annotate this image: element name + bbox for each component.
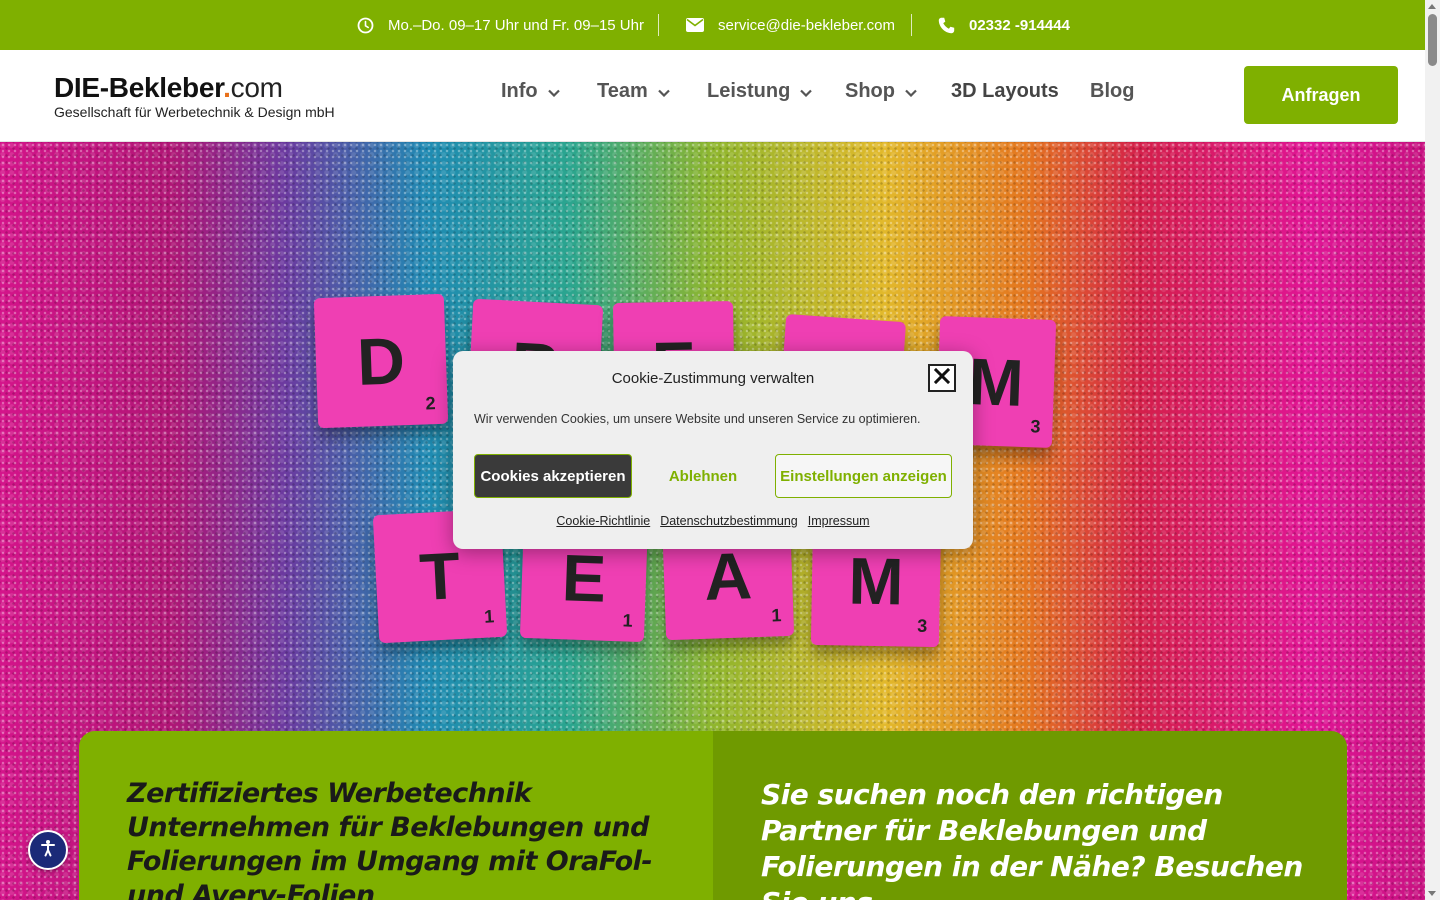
nav-item-label: Leistung <box>707 80 791 102</box>
nav-item-shop[interactable]: Shop <box>845 80 917 103</box>
nav-item-label: 3D Layouts <box>951 80 1059 102</box>
site-header: DIE-Bekleber.com Gesellschaft für Werbet… <box>0 50 1425 142</box>
certification-panel: Zertifiziertes Werbetechnik Unternehmen … <box>79 731 713 900</box>
tile-score: 3 <box>1030 416 1041 437</box>
cookie-dialog-title: Cookie-Zustimmung verwalten <box>611 370 815 387</box>
nav-item-label: Shop <box>845 80 895 102</box>
accessibility-icon <box>39 839 57 862</box>
chevron-down-icon <box>905 80 917 103</box>
tile-score: 1 <box>622 610 633 631</box>
anfragen-button[interactable]: Anfragen <box>1244 66 1398 124</box>
nav-item-blog[interactable]: Blog <box>1090 80 1134 103</box>
accessibility-button[interactable] <box>28 830 68 870</box>
nav-item-leistung[interactable]: Leistung <box>707 80 813 103</box>
scroll-down-arrow-icon[interactable] <box>1428 891 1436 896</box>
email-link[interactable]: service@die-bekleber.com <box>718 17 895 34</box>
logo-wordmark: DIE-Bekleber.com <box>54 72 283 103</box>
divider <box>911 14 912 36</box>
deny-cookies-button[interactable]: Ablehnen <box>638 454 768 498</box>
letter-tile: D 2 <box>313 293 449 429</box>
cookie-settings-button[interactable]: Einstellungen anzeigen <box>775 454 952 498</box>
tile-score: 1 <box>771 605 782 626</box>
chevron-down-icon <box>657 80 670 103</box>
tile-letter: E <box>560 540 608 616</box>
tile-letter: M <box>847 543 905 619</box>
nav-item-team[interactable]: Team <box>597 80 670 103</box>
site-logo[interactable]: DIE-Bekleber.com Gesellschaft für Werbet… <box>54 74 335 121</box>
cookie-consent-dialog: Cookie-Zustimmung verwalten Wir verwende… <box>453 351 973 549</box>
nav-item-3d-layouts[interactable]: 3D Layouts <box>951 80 1059 103</box>
cookie-policy-link[interactable]: Cookie-Richtlinie <box>556 514 650 528</box>
imprint-link[interactable]: Impressum <box>808 514 870 528</box>
divider <box>658 14 659 36</box>
phone-contact[interactable]: 02332 -914444 <box>938 0 1070 50</box>
scrollbar-thumb[interactable] <box>1428 14 1437 66</box>
privacy-policy-link[interactable]: Datenschutzbestimmung <box>660 514 798 528</box>
cookie-links: Cookie-Richtlinie Datenschutzbestimmung … <box>453 514 973 528</box>
nav-item-label: Blog <box>1090 80 1135 102</box>
accept-cookies-button[interactable]: Cookies akzeptieren <box>474 454 632 498</box>
cookie-message: Wir verwenden Cookies, um unsere Website… <box>474 412 921 426</box>
top-info-bar: Mo.–Do. 09–17 Uhr und Fr. 09–15 Uhr serv… <box>0 0 1425 50</box>
envelope-icon <box>686 18 704 32</box>
close-icon <box>933 367 951 389</box>
page-scrollbar[interactable] <box>1425 0 1440 900</box>
logo-tagline: Gesellschaft für Werbetechnik & Design m… <box>54 104 335 120</box>
tile-letter: D <box>355 323 407 399</box>
partner-panel: Sie suchen noch den richtigen Partner fü… <box>713 731 1347 900</box>
clock-icon <box>357 17 374 34</box>
opening-hours-text: Mo.–Do. 09–17 Uhr und Fr. 09–15 Uhr <box>388 16 644 34</box>
scroll-up-arrow-icon[interactable] <box>1428 4 1436 9</box>
partner-heading: Sie suchen noch den richtigen Partner fü… <box>761 778 1303 900</box>
tile-score: 2 <box>425 393 436 414</box>
email-contact[interactable]: service@die-bekleber.com <box>686 0 895 50</box>
chevron-down-icon <box>800 80 813 103</box>
phone-link[interactable]: 02332 -914444 <box>969 17 1070 34</box>
phone-icon <box>938 17 955 34</box>
nav-item-info[interactable]: Info <box>501 80 560 103</box>
nav-item-label: Info <box>501 80 538 102</box>
chevron-down-icon <box>547 80 560 103</box>
close-button[interactable] <box>928 364 956 392</box>
opening-hours: Mo.–Do. 09–17 Uhr und Fr. 09–15 Uhr <box>357 0 644 50</box>
tile-score: 3 <box>917 615 928 636</box>
tile-score: 1 <box>483 606 495 627</box>
nav-item-label: Team <box>597 80 648 102</box>
certification-heading: Zertifiziertes Werbetechnik Unternehmen … <box>127 778 653 900</box>
